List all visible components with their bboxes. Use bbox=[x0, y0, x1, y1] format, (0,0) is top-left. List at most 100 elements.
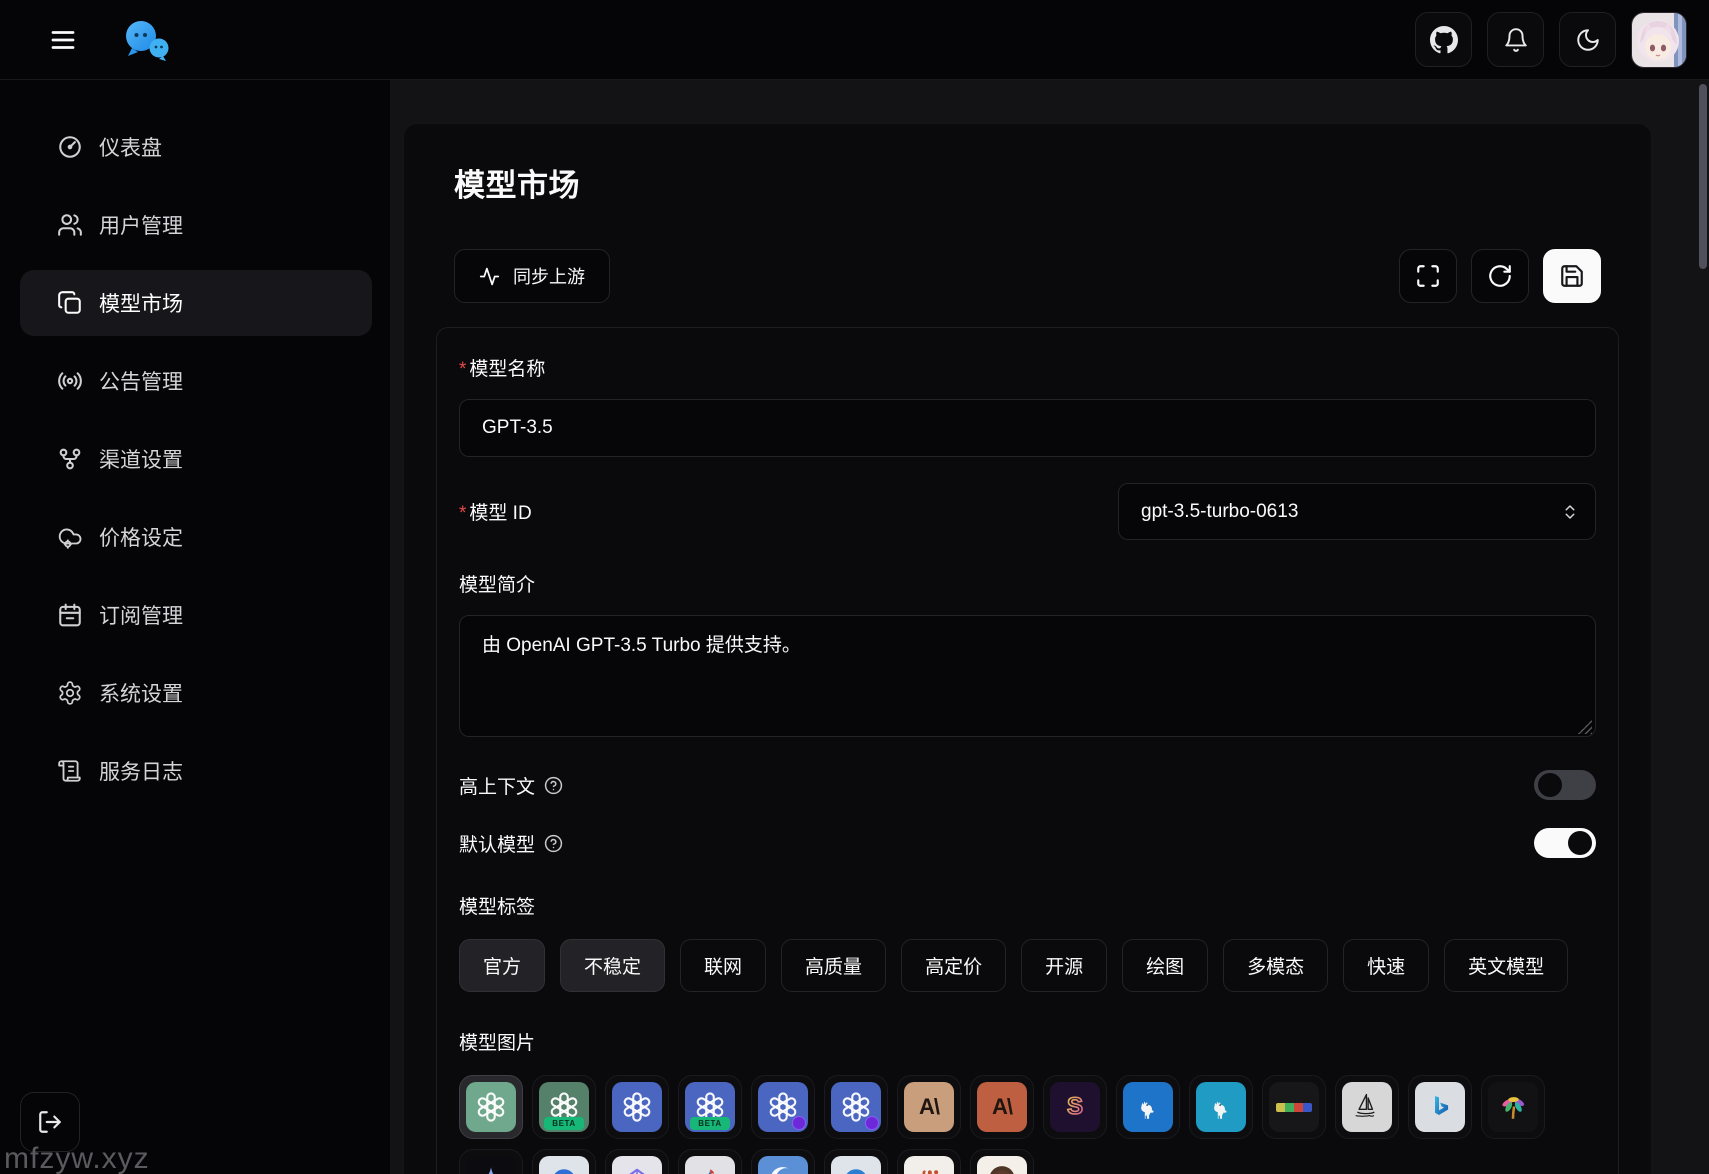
sidebar-item-model-market[interactable]: 模型市场 bbox=[20, 270, 372, 336]
model-image-row-0: BETA BETA A\ A\ S bbox=[459, 1075, 1596, 1139]
model-image-claude[interactable]: A\ bbox=[970, 1075, 1034, 1139]
svg-text:S: S bbox=[1067, 1093, 1083, 1120]
model-image-llama[interactable] bbox=[1116, 1075, 1180, 1139]
model-image-openai[interactable] bbox=[751, 1075, 815, 1139]
dashboard-icon bbox=[57, 134, 84, 161]
sidebar-item-users[interactable]: 用户管理 bbox=[20, 192, 372, 258]
model-tag-list: 官方不稳定联网高质量高定价开源绘图多模态快速英文模型 bbox=[459, 939, 1596, 992]
model-image-gemini[interactable]: BETA bbox=[459, 1149, 523, 1174]
model-image-row-1: BETA bbox=[459, 1149, 1596, 1174]
required-asterisk: * bbox=[459, 359, 466, 380]
model-name-input[interactable] bbox=[459, 399, 1596, 457]
model-tags-label: 模型标签 bbox=[459, 892, 1596, 919]
model-tag-option[interactable]: 绘图 bbox=[1122, 939, 1208, 992]
palm-icon bbox=[1488, 1082, 1538, 1132]
model-image-girl[interactable] bbox=[970, 1149, 1034, 1174]
plugin-dot-badge bbox=[865, 1116, 879, 1130]
sidebar-item-announcements[interactable]: 公告管理 bbox=[20, 348, 372, 414]
refresh-icon bbox=[1487, 263, 1513, 289]
sync-upstream-button[interactable]: 同步上游 bbox=[454, 249, 610, 303]
scrollbar-thumb[interactable] bbox=[1699, 84, 1707, 269]
model-image-openai[interactable]: BETA bbox=[678, 1075, 742, 1139]
model-tag-option[interactable]: 高质量 bbox=[781, 939, 886, 992]
refresh-button[interactable] bbox=[1471, 249, 1529, 303]
beta-badge: BETA bbox=[544, 1117, 584, 1130]
bing-icon bbox=[1415, 1082, 1465, 1132]
model-tag-option[interactable]: 开源 bbox=[1021, 939, 1107, 992]
model-form: *模型名称 *模型 ID gpt-3.5-turbo-0613 bbox=[436, 327, 1619, 1174]
model-image-claude[interactable]: A\ bbox=[897, 1075, 961, 1139]
model-tag-option[interactable]: 英文模型 bbox=[1444, 939, 1568, 992]
main-content: 模型市场 同步上游 *模型名称 * bbox=[390, 80, 1709, 1174]
toolbar-actions bbox=[1399, 249, 1601, 303]
user-avatar[interactable] bbox=[1631, 12, 1687, 68]
model-market-icon bbox=[57, 290, 84, 317]
github-icon[interactable] bbox=[1415, 12, 1472, 67]
sidebar-item-system[interactable]: 系统设置 bbox=[20, 660, 372, 726]
model-images-label: 模型图片 bbox=[459, 1028, 1596, 1055]
llama-icon bbox=[1196, 1082, 1246, 1132]
model-image-wave[interactable] bbox=[751, 1149, 815, 1174]
model-tag-option[interactable]: 联网 bbox=[680, 939, 766, 992]
help-circle-icon[interactable] bbox=[544, 776, 563, 795]
model-image-rainbow[interactable] bbox=[1262, 1075, 1326, 1139]
pricing-icon bbox=[57, 524, 84, 551]
openai-icon: BETA bbox=[685, 1082, 735, 1132]
model-intro-textarea[interactable]: 由 OpenAI GPT-3.5 Turbo 提供支持。 bbox=[459, 615, 1596, 737]
model-image-glm[interactable] bbox=[605, 1149, 669, 1174]
model-image-bing[interactable] bbox=[1408, 1075, 1472, 1139]
model-tag-option[interactable]: 多模态 bbox=[1223, 939, 1328, 992]
sidebar: 仪表盘 用户管理 模型市场 公告管理 渠道设置 价格设定 订阅管理 系统设置 服… bbox=[0, 80, 390, 1174]
toolbar: 同步上游 bbox=[454, 249, 1601, 303]
bell-icon[interactable] bbox=[1487, 12, 1544, 67]
subscription-icon bbox=[57, 602, 84, 629]
model-tag-option[interactable]: 不稳定 bbox=[560, 939, 665, 992]
menu-icon[interactable] bbox=[40, 17, 86, 63]
model-image-llama[interactable] bbox=[1189, 1075, 1253, 1139]
model-image-openai[interactable] bbox=[605, 1075, 669, 1139]
高上下文-toggle[interactable] bbox=[1534, 770, 1596, 800]
model-image-boat[interactable] bbox=[1335, 1075, 1399, 1139]
openai-icon bbox=[758, 1082, 808, 1132]
sidebar-item-label: 服务日志 bbox=[99, 756, 183, 786]
netcircle-icon bbox=[831, 1156, 881, 1174]
model-id-select[interactable]: gpt-3.5-turbo-0613 bbox=[1118, 483, 1596, 540]
model-image-ai21[interactable] bbox=[897, 1149, 961, 1174]
logout-icon[interactable] bbox=[20, 1092, 80, 1152]
默认模型-toggle[interactable] bbox=[1534, 828, 1596, 858]
plugin-dot-badge bbox=[792, 1116, 806, 1130]
sidebar-item-channels[interactable]: 渠道设置 bbox=[20, 426, 372, 492]
sletter-icon: S bbox=[1050, 1082, 1100, 1132]
circlelogo-icon bbox=[539, 1156, 589, 1174]
model-image-openai[interactable] bbox=[459, 1075, 523, 1139]
rainbow-icon bbox=[1269, 1082, 1319, 1132]
model-image-sletter[interactable]: S bbox=[1043, 1075, 1107, 1139]
model-tag-option[interactable]: 快速 bbox=[1343, 939, 1429, 992]
sidebar-item-pricing[interactable]: 价格设定 bbox=[20, 504, 372, 570]
toggle-rows: 高上下文 默认模型 bbox=[459, 770, 1596, 858]
openai-icon bbox=[612, 1082, 662, 1132]
claude-icon: A\ bbox=[977, 1082, 1027, 1132]
model-image-netcircle[interactable] bbox=[824, 1149, 888, 1174]
sidebar-item-dashboard[interactable]: 仪表盘 bbox=[20, 114, 372, 180]
model-image-palm[interactable] bbox=[1481, 1075, 1545, 1139]
sidebar-item-label: 模型市场 bbox=[99, 288, 183, 318]
sidebar-item-label: 价格设定 bbox=[99, 522, 183, 552]
model-image-circlelogo[interactable] bbox=[532, 1149, 596, 1174]
boat-icon bbox=[1342, 1082, 1392, 1132]
users-icon bbox=[57, 212, 84, 239]
model-image-openai[interactable] bbox=[824, 1075, 888, 1139]
sidebar-item-logs[interactable]: 服务日志 bbox=[20, 738, 372, 804]
model-tag-option[interactable]: 官方 bbox=[459, 939, 545, 992]
fullscreen-button[interactable] bbox=[1399, 249, 1457, 303]
model-image-spark[interactable] bbox=[678, 1149, 742, 1174]
model-intro-label: 模型简介 bbox=[459, 570, 1596, 597]
model-id-label: *模型 ID bbox=[459, 498, 532, 525]
model-tag-option[interactable]: 高定价 bbox=[901, 939, 1006, 992]
sidebar-item-subscription[interactable]: 订阅管理 bbox=[20, 582, 372, 648]
help-circle-icon[interactable] bbox=[544, 834, 563, 853]
save-icon bbox=[1559, 263, 1585, 289]
model-image-openai[interactable]: BETA bbox=[532, 1075, 596, 1139]
save-button[interactable] bbox=[1543, 249, 1601, 303]
moon-icon[interactable] bbox=[1559, 12, 1616, 67]
